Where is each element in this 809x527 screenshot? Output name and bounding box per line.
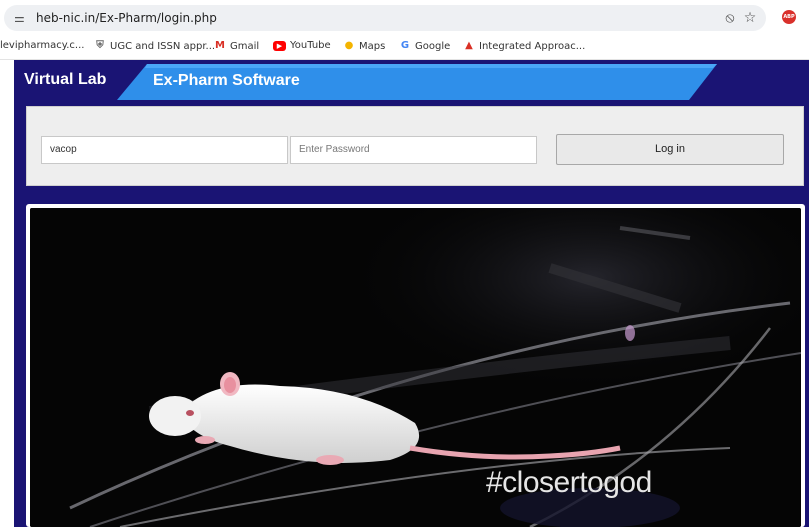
- bookmark-youtube[interactable]: ▶ YouTube: [273, 40, 331, 51]
- bookmark-gmail[interactable]: M Gmail: [214, 40, 259, 52]
- integrated-approach-icon: ▲: [465, 40, 473, 51]
- ex-pharm-title: Ex-Pharm Software: [153, 72, 300, 89]
- bookmark-maps[interactable]: ● Maps: [343, 40, 386, 52]
- adblock-plus-icon[interactable]: ABP: [782, 10, 796, 24]
- star-icon[interactable]: ☆: [742, 9, 758, 25]
- app-container: Virtual Lab Ex-Pharm Software vacop Ente…: [14, 60, 809, 527]
- login-button[interactable]: Log in: [556, 134, 784, 165]
- gmail-icon: M: [215, 40, 225, 51]
- bookmark-ugc[interactable]: ⛨ UGC and ISSN appr...: [94, 40, 215, 52]
- virtual-lab-title: Virtual Lab: [24, 71, 107, 88]
- bookmark-label: YouTube: [290, 40, 331, 51]
- site-settings-icon[interactable]: ⚌: [14, 12, 28, 24]
- bookmark-google[interactable]: G Google: [399, 40, 450, 52]
- page-content: Virtual Lab Ex-Pharm Software vacop Ente…: [0, 60, 809, 527]
- bookmark-label: Maps: [359, 40, 386, 52]
- bookmark-label: Google: [415, 40, 451, 52]
- bookmark-levipharmacy[interactable]: levipharmacy.c...: [0, 40, 84, 51]
- login-panel: vacop Enter Password Log in: [26, 106, 804, 186]
- youtube-icon: ▶: [273, 40, 286, 51]
- video-overlay-hashtag: #closertogod: [486, 466, 652, 499]
- bookmark-label: levipharmacy.c...: [0, 40, 85, 51]
- video-frame: #closertogod: [26, 204, 805, 527]
- video-still: [30, 208, 801, 527]
- header-bar: Virtual Lab Ex-Pharm Software: [14, 60, 809, 100]
- maps-icon: ●: [344, 40, 354, 51]
- bookmark-label: UGC and ISSN appr...: [110, 40, 216, 52]
- password-input[interactable]: Enter Password: [290, 136, 537, 164]
- bookmark-label: Gmail: [230, 40, 260, 52]
- username-input[interactable]: vacop: [41, 136, 288, 164]
- url-text[interactable]: heb-nic.in/Ex-Pharm/login.php: [36, 11, 217, 25]
- ugc-shield-icon: ⛨: [96, 40, 104, 51]
- bookmarks-bar: levipharmacy.c... ⛨ UGC and ISSN appr...…: [0, 35, 809, 60]
- bookmark-integrated-approach[interactable]: ▲ Integrated Approac...: [463, 40, 585, 52]
- url-field[interactable]: ⚌ heb-nic.in/Ex-Pharm/login.php: [4, 5, 766, 31]
- no-location-icon[interactable]: ⦸: [722, 9, 738, 25]
- bookmark-label: Integrated Approac...: [479, 40, 586, 52]
- browser-address-bar: ⚌ heb-nic.in/Ex-Pharm/login.php ⦸ ☆ ABP: [0, 0, 809, 35]
- google-icon: G: [400, 40, 410, 51]
- video-player[interactable]: #closertogod: [30, 208, 801, 527]
